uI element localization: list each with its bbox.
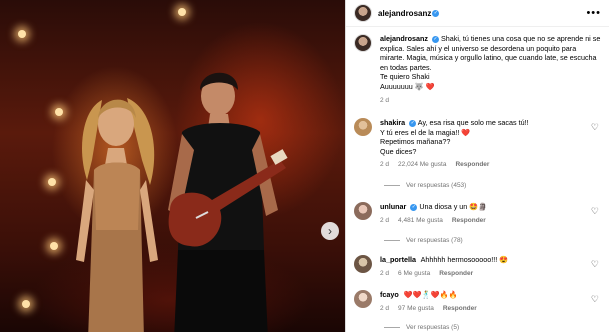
heart-icon[interactable]: ♡ [591, 294, 599, 305]
stage-light [48, 178, 56, 186]
verified-icon: ✓ [410, 203, 418, 211]
stage-light [50, 242, 58, 250]
post-header: alejandrosanz ✓ ••• [346, 0, 609, 27]
avatar[interactable] [354, 4, 372, 22]
comment-username[interactable]: la_portella [380, 255, 416, 264]
comments-panel: alejandrosanz ✓ ••• alejandrosanz ✓ Shaki… [345, 0, 609, 332]
stage-light [22, 300, 30, 308]
timestamp: 2 d [380, 304, 390, 312]
caption-line: Te quiero Shaki [380, 72, 430, 82]
comment-text: Una diosa y un 🤩🗿 [419, 202, 488, 211]
view-replies-button[interactable]: Ver respuestas (5) [384, 324, 459, 331]
stage-light [178, 8, 186, 16]
comment-item: la_portella Ahhhhh hermosooooo!!! 😍 2 d … [354, 255, 601, 278]
comment-text: ❤️❤️🕺❤️🔥🔥 [403, 290, 458, 299]
verified-icon: ✓ [432, 9, 440, 17]
reply-button[interactable]: Responder [452, 216, 486, 226]
comment-username[interactable]: unlunar [380, 202, 406, 211]
next-photo-button[interactable]: › [321, 222, 339, 240]
heart-icon[interactable]: ♡ [591, 206, 599, 217]
divider [384, 185, 400, 186]
timestamp: 2 d [380, 96, 390, 104]
reply-button[interactable]: Responder [443, 304, 477, 314]
comment-text: Ahhhhh hermosooooo!!! 😍 [420, 255, 509, 264]
heart-icon[interactable]: ♡ [591, 259, 599, 270]
post-photo[interactable]: › [0, 0, 345, 332]
heart-icon[interactable]: ♡ [591, 122, 599, 133]
view-replies-button[interactable]: Ver respuestas (453) [384, 182, 466, 189]
comment-text: Ay, esa risa que solo me sacas tú!! [417, 118, 529, 127]
author-username[interactable]: alejandrosanz [378, 9, 431, 18]
chevron-right-icon: › [328, 224, 332, 238]
reply-button[interactable]: Responder [455, 160, 489, 170]
comment-username[interactable]: fcayo [380, 290, 399, 299]
avatar[interactable] [354, 34, 372, 52]
like-count[interactable]: 97 Me gusta [398, 304, 434, 314]
comment-text: Que dices? [380, 146, 417, 156]
comment-username[interactable]: shakira [380, 118, 405, 127]
like-count[interactable]: 4,481 Me gusta [398, 216, 443, 226]
timestamp: 2 d [380, 161, 390, 169]
avatar[interactable] [354, 118, 372, 136]
avatar[interactable] [354, 202, 372, 220]
divider [384, 327, 400, 328]
post-caption: alejandrosanz ✓ Shaki, tú tienes una cosa… [354, 34, 601, 105]
view-replies-button[interactable]: Ver respuestas (78) [384, 237, 463, 244]
performer-figure [76, 98, 158, 332]
like-count[interactable]: 6 Me gusta [398, 269, 430, 279]
comment-item: unlunar ✓ Una diosa y un 🤩🗿 2 d 4,481 Me … [354, 202, 601, 225]
avatar[interactable] [354, 255, 372, 273]
performer-figure [168, 72, 288, 332]
avatar[interactable] [354, 290, 372, 308]
caption-line: Auuuuuuu 🐺 ❤️ [380, 81, 435, 91]
more-options-icon[interactable]: ••• [586, 7, 601, 19]
verified-icon: ✓ [431, 35, 439, 43]
timestamp: 2 d [380, 269, 390, 277]
like-count[interactable]: 22,024 Me gusta [398, 160, 446, 170]
reply-button[interactable]: Responder [439, 269, 473, 279]
stage-light [18, 30, 26, 38]
comment-item: shakira ✓ Ay, esa risa que solo me sacas … [354, 118, 601, 170]
comment-text: Y tú eres el de la magia!! ❤️ [380, 127, 471, 137]
verified-icon: ✓ [409, 119, 417, 127]
caption-username[interactable]: alejandrosanz [380, 34, 428, 43]
timestamp: 2 d [380, 216, 390, 224]
divider [384, 240, 400, 241]
comment-text: Repetimos mañana?? [380, 137, 451, 147]
comment-item: fcayo ❤️❤️🕺❤️🔥🔥 2 d 97 Me gusta Responde… [354, 290, 601, 313]
stage-light [55, 108, 63, 116]
